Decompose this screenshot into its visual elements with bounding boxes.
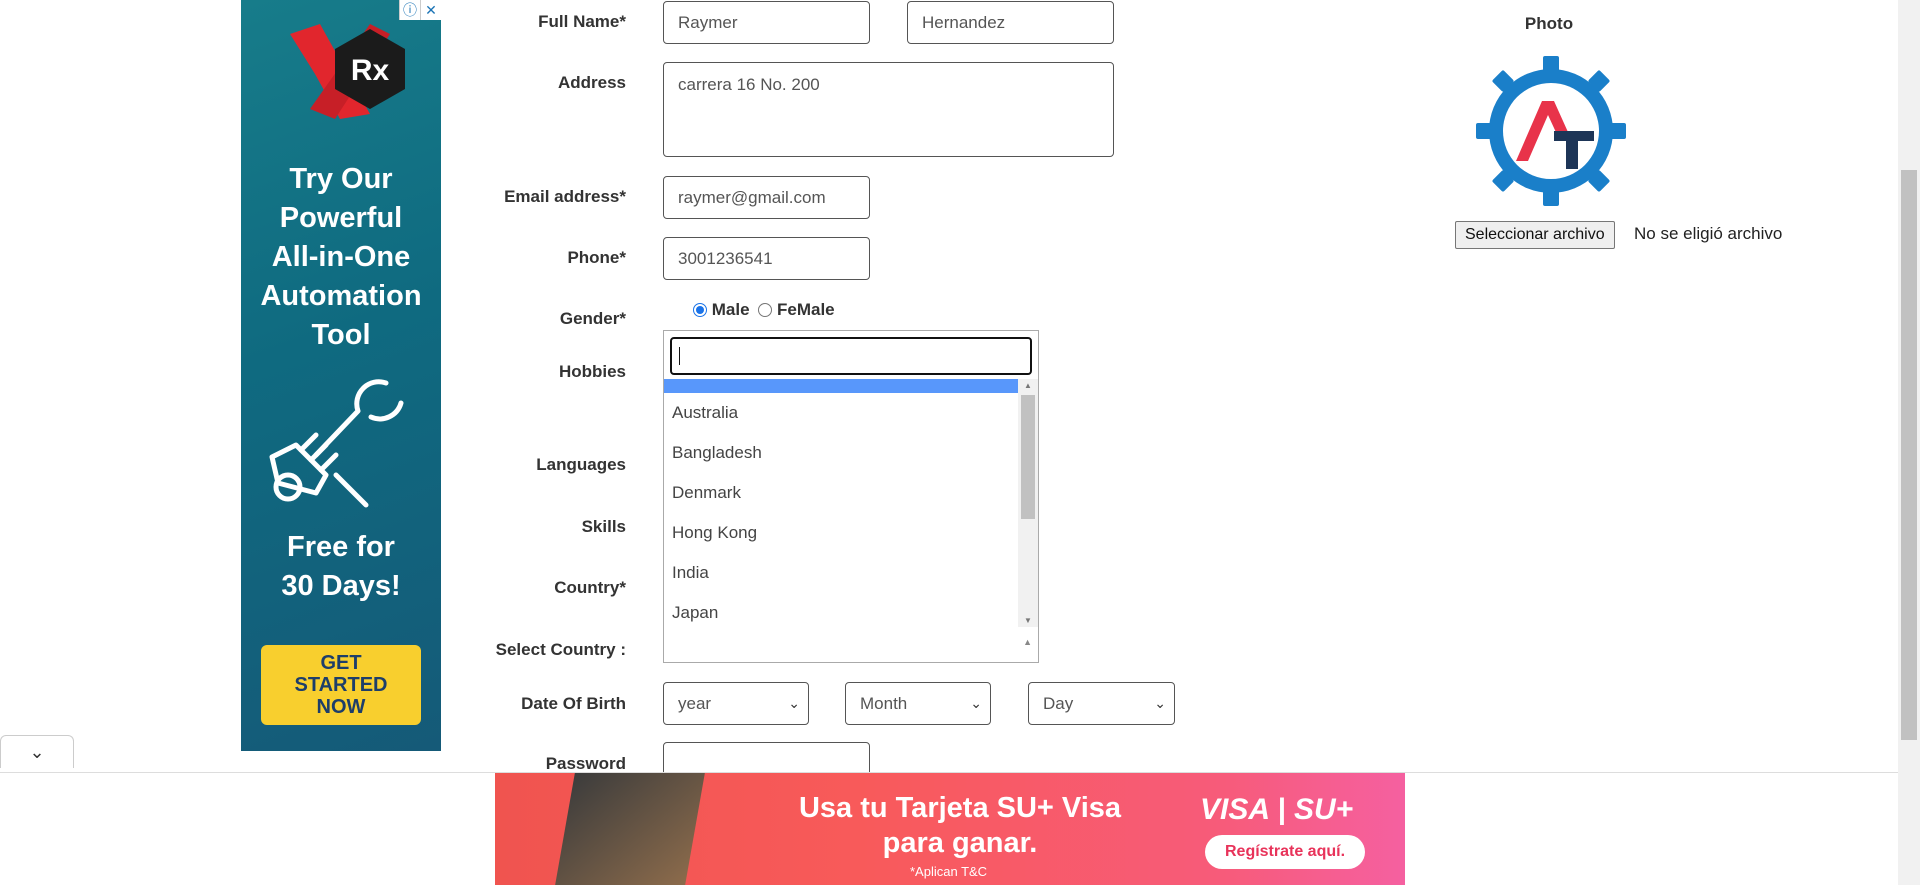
dob-year-select[interactable]: year ⌄ xyxy=(663,682,809,725)
bottom-ad-banner[interactable]: Usa tu Tarjeta SU+ Visa para ganar. *Apl… xyxy=(495,773,1405,885)
country-option[interactable]: Hong Kong xyxy=(664,513,1018,553)
select-country-combobox[interactable]: ▲ xyxy=(663,627,1039,663)
phone-input[interactable]: 3001236541 xyxy=(663,237,870,280)
card-image xyxy=(555,773,705,885)
address-textarea[interactable]: carrera 16 No. 200 xyxy=(663,62,1114,157)
text-caret xyxy=(679,347,680,365)
email-input[interactable]: raymer@gmail.com xyxy=(663,176,870,219)
scroll-up-arrow-icon[interactable]: ▲ xyxy=(1018,381,1038,390)
chevron-down-icon: ⌄ xyxy=(1154,695,1166,711)
chevron-down-icon: ⌄ xyxy=(29,742,45,762)
country-option[interactable]: Japan xyxy=(664,593,1018,627)
country-label: Country* xyxy=(554,578,626,597)
last-name-input[interactable]: Hernandez xyxy=(907,1,1114,44)
address-label: Address xyxy=(557,73,626,92)
bottom-ad-terms: *Aplican T&C xyxy=(910,864,988,879)
languages-label: Languages xyxy=(536,455,626,474)
bottom-ad-message: Usa tu Tarjeta SU+ Visa para ganar. xyxy=(798,792,1122,859)
select-country-label: Select Country : xyxy=(495,640,626,659)
dob-year-value: year xyxy=(678,694,712,713)
photo-label: Photo xyxy=(1524,14,1574,33)
female-radio-label[interactable]: FeMale xyxy=(777,300,835,319)
dob-month-select[interactable]: Month ⌄ xyxy=(845,682,991,725)
phone-label: Phone* xyxy=(567,248,626,267)
file-status-text: No se eligió archivo xyxy=(1634,224,1783,243)
male-radio-label[interactable]: Male xyxy=(712,300,750,319)
hobbies-label: Hobbies xyxy=(558,362,626,381)
wrench-hand-icon xyxy=(266,375,416,515)
password-label: Password xyxy=(545,754,626,773)
cta-line: STARTED xyxy=(294,674,388,696)
chevron-down-icon: ⌄ xyxy=(970,695,982,711)
dob-month-value: Month xyxy=(860,694,908,713)
country-option[interactable]: India xyxy=(664,553,1018,593)
country-option[interactable]: Bangladesh xyxy=(664,433,1018,473)
gender-radio-group: Male FeMale xyxy=(693,300,835,320)
country-dropdown: Australia Bangladesh Denmark Hong Kong I… xyxy=(663,330,1039,628)
collapse-ad-button[interactable]: ⌄ xyxy=(0,735,74,768)
chevron-down-icon: ⌄ xyxy=(788,695,800,711)
choose-file-button[interactable]: Seleccionar archivo xyxy=(1455,221,1615,249)
country-options-list: Australia Bangladesh Denmark Hong Kong I… xyxy=(664,379,1018,627)
register-button[interactable]: Regístrate aquí. xyxy=(1205,835,1365,869)
scroll-down-arrow-icon[interactable]: ▼ xyxy=(1018,616,1038,625)
page-scroll-thumb[interactable] xyxy=(1901,170,1917,740)
gender-label: Gender* xyxy=(559,309,626,328)
visa-su-logo: VISA | SU+ xyxy=(1200,793,1354,826)
email-label: Email address* xyxy=(504,187,626,206)
date-of-birth-label: Date Of Birth xyxy=(521,694,626,713)
page-scrollbar[interactable] xyxy=(1898,0,1920,885)
country-option-empty[interactable] xyxy=(664,379,1018,393)
female-radio[interactable] xyxy=(758,303,773,317)
full-name-label: Full Name* xyxy=(538,12,626,31)
country-option[interactable]: Australia xyxy=(664,393,1018,433)
skills-label: Skills xyxy=(581,517,626,536)
dropdown-scroll-thumb[interactable] xyxy=(1021,395,1035,519)
dropdown-scrollbar[interactable]: ▲ ▼ xyxy=(1018,379,1038,627)
first-name-input[interactable]: Raymer xyxy=(663,1,870,44)
dob-day-value: Day xyxy=(1043,694,1074,713)
chevron-up-icon: ▲ xyxy=(1023,637,1032,647)
dob-day-select[interactable]: Day ⌄ xyxy=(1028,682,1175,725)
country-option[interactable]: Denmark xyxy=(664,473,1018,513)
male-radio[interactable] xyxy=(693,303,707,317)
country-search-input[interactable] xyxy=(670,337,1032,375)
logo-image xyxy=(1476,53,1626,208)
